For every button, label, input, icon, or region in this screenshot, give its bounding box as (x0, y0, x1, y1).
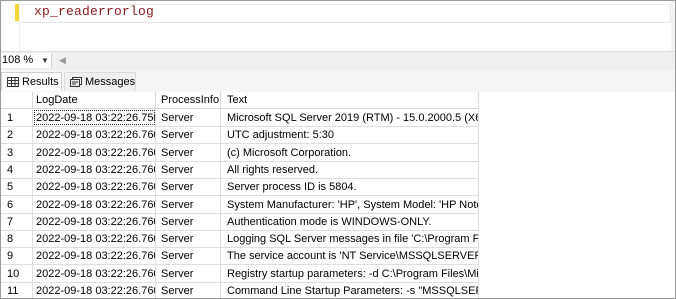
logdate-cell[interactable]: 2022-09-18 03:22:26.760 (33, 247, 156, 265)
processinfo-cell[interactable]: Server (156, 126, 221, 144)
text-cell[interactable]: All rights reserved. (221, 160, 479, 178)
editor-scrollbar[interactable] (671, 1, 675, 51)
processinfo-cell[interactable]: Server (156, 282, 221, 298)
table-row[interactable]: 7 2022-09-18 03:22:26.760 Server Authentica… (1, 212, 479, 231)
text-cell[interactable]: UTC adjustment: 5:30 (221, 126, 479, 144)
row-number-cell[interactable]: 11 (1, 282, 33, 298)
text-cell[interactable]: Registry startup parameters: -d C:\Progr… (221, 264, 479, 282)
table-row[interactable]: 2 2022-09-18 03:22:26.760 Server UTC adjust… (1, 126, 479, 145)
text-cell[interactable]: The service account is 'NT Service\MSSQL… (221, 247, 479, 265)
query-text[interactable]: xp_readerrorlog (34, 3, 154, 21)
change-indicator (15, 4, 19, 21)
results-tabs: Results Messages (1, 70, 675, 93)
text-cell[interactable]: Microsoft SQL Server 2019 (RTM) - 15.0.2… (221, 109, 479, 126)
logdate-cell[interactable]: 2022-09-18 03:22:26.760 (33, 230, 156, 248)
query-window: xp_readerrorlog 108 % ▼ ◀ Results Messag… (0, 0, 676, 299)
logdate-cell[interactable]: 2022-09-18 03:22:26.760 (33, 264, 156, 282)
processinfo-cell[interactable]: Server (156, 160, 221, 178)
logdate-cell[interactable]: 2022-09-18 03:22:26.760 (33, 195, 156, 213)
logdate-cell[interactable]: 2022-09-18 03:22:26.760 (33, 282, 156, 298)
zoom-dropdown[interactable]: 108 % ▼ (1, 53, 52, 68)
header-processinfo[interactable]: ProcessInfo (156, 92, 221, 108)
header-text[interactable]: Text (221, 92, 479, 108)
logdate-cell[interactable]: 2022-09-18 03:22:26.760 (33, 178, 156, 196)
processinfo-cell[interactable]: Server (156, 143, 221, 161)
row-number-cell[interactable]: 4 (1, 160, 33, 178)
table-row[interactable]: 11 2022-09-18 03:22:26.760 Server Command L… (1, 282, 479, 298)
messages-icon (70, 77, 82, 87)
table-row[interactable]: 5 2022-09-18 03:22:26.760 Server Server pro… (1, 178, 479, 197)
logdate-cell[interactable]: 2022-09-18 03:22:26.760 (33, 160, 156, 178)
tab-results-label: Results (22, 76, 59, 88)
row-number-cell[interactable]: 2 (1, 126, 33, 144)
row-number-cell[interactable]: 7 (1, 212, 33, 230)
text-cell[interactable]: Logging SQL Server messages in file 'C:\… (221, 230, 479, 248)
row-number-cell[interactable]: 5 (1, 178, 33, 196)
zoom-value: 108 % (2, 54, 34, 66)
row-number-cell[interactable]: 3 (1, 143, 33, 161)
logdate-cell[interactable]: 2022-09-18 03:22:26.760 (33, 212, 156, 230)
row-number-cell[interactable]: 6 (1, 195, 33, 213)
logdate-cell[interactable]: 2022-09-18 03:22:26.760 (33, 143, 156, 161)
header-rownum[interactable] (1, 92, 33, 108)
editor-status-row: 108 % ▼ ◀ (1, 51, 675, 71)
header-logdate[interactable]: LogDate (33, 92, 156, 108)
tab-messages[interactable]: Messages (64, 72, 136, 91)
results-grid[interactable]: LogDate ProcessInfo Text 1 2022-09-18 03:… (1, 92, 675, 298)
text-cell[interactable]: Server process ID is 5804. (221, 178, 479, 196)
table-row[interactable]: 9 2022-09-18 03:22:26.760 Server The servic… (1, 247, 479, 266)
processinfo-cell[interactable]: Server (156, 109, 221, 126)
tab-messages-label: Messages (85, 76, 136, 88)
processinfo-cell[interactable]: Server (156, 212, 221, 230)
text-cell[interactable]: System Manufacturer: 'HP', System Model:… (221, 195, 479, 213)
scroll-left-arrow-icon[interactable]: ◀ (59, 53, 66, 68)
text-cell[interactable]: (c) Microsoft Corporation. (221, 143, 479, 161)
table-row[interactable]: 10 2022-09-18 03:22:26.760 Server Registry … (1, 264, 479, 283)
chevron-down-icon[interactable]: ▼ (41, 53, 49, 68)
processinfo-cell[interactable]: Server (156, 247, 221, 265)
row-number-cell[interactable]: 8 (1, 230, 33, 248)
processinfo-cell[interactable]: Server (156, 195, 221, 213)
tab-results[interactable]: Results (1, 72, 62, 91)
processinfo-cell[interactable]: Server (156, 230, 221, 248)
grid-header: LogDate ProcessInfo Text (1, 92, 479, 109)
row-number-cell[interactable]: 1 (1, 109, 33, 126)
text-cell[interactable]: Authentication mode is WINDOWS-ONLY. (221, 212, 479, 230)
row-number-cell[interactable]: 10 (1, 264, 33, 282)
logdate-cell[interactable]: 2022-09-18 03:22:26.760 (33, 126, 156, 144)
logdate-cell[interactable]: 2022-09-18 03:22:26.750 (33, 109, 156, 126)
processinfo-cell[interactable]: Server (156, 264, 221, 282)
table-row[interactable]: 4 2022-09-18 03:22:26.760 Server All rights… (1, 160, 479, 179)
table-row[interactable]: 8 2022-09-18 03:22:26.760 Server Logging SQ… (1, 230, 479, 249)
table-row[interactable]: 1 2022-09-18 03:22:26.750 Server Microsoft … (1, 109, 479, 127)
table-row[interactable]: 3 2022-09-18 03:22:26.760 Server (c) Micros… (1, 143, 479, 162)
processinfo-cell[interactable]: Server (156, 178, 221, 196)
query-editor[interactable]: xp_readerrorlog (1, 1, 675, 51)
text-cell[interactable]: Command Line Startup Parameters: -s "MSS… (221, 282, 479, 298)
table-row[interactable]: 6 2022-09-18 03:22:26.760 Server System Man… (1, 195, 479, 214)
grid-icon (7, 77, 19, 87)
row-number-cell[interactable]: 9 (1, 247, 33, 265)
